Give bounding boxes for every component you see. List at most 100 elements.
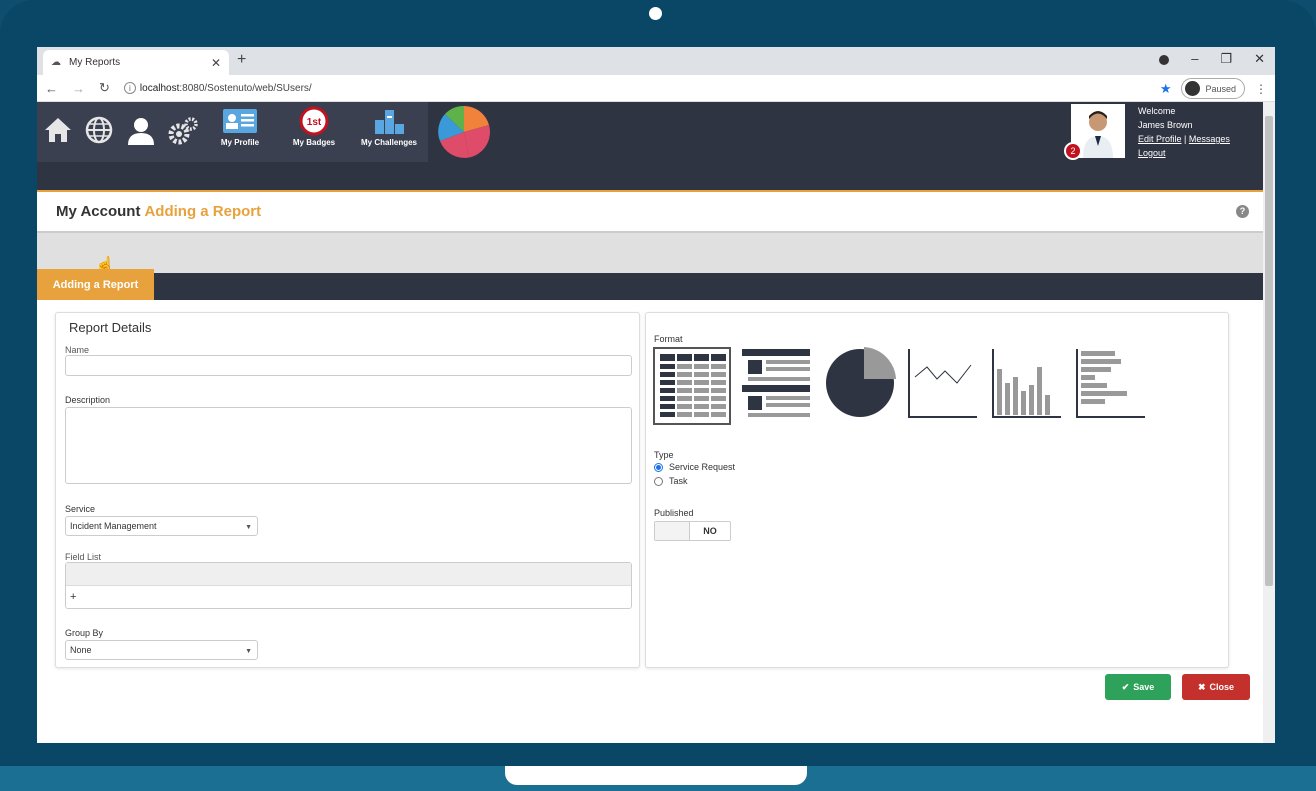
user-name: James Brown [1138,120,1193,130]
record-icon[interactable] [1159,55,1170,65]
globe-icon[interactable] [85,116,113,151]
address-actions: ★ Paused ⋮ [1160,78,1267,99]
format-grouped-list-option[interactable] [740,347,812,419]
close-window-icon[interactable]: ✕ [1254,51,1265,67]
group-by-value: None [70,645,92,655]
close-button[interactable]: ✖ Close [1182,674,1250,700]
url-field[interactable]: localhost:8080/Sostenuto/web/SUsers/ [140,83,312,94]
nav-my-challenges[interactable]: My Challenges [354,102,424,162]
published-label: Published [654,508,694,518]
radio-selected-icon [654,462,663,472]
name-label: Name [65,345,90,355]
medal-icon: 1st [279,106,349,136]
tab-strip: ☁ My Reports ✕ + – ❐ ✕ [37,47,1275,75]
page-subtitle: Adding a Report [144,203,262,220]
group-by-select[interactable]: None ▼ [65,640,258,660]
format-pie-option[interactable] [824,347,896,419]
line-format-icon [908,349,977,418]
help-icon[interactable]: ? [1236,205,1249,218]
nav-my-badges[interactable]: 1st My Badges [279,102,349,162]
new-tab-icon[interactable]: + [237,51,246,69]
save-label: Save [1133,682,1155,692]
welcome-text: Welcome [1138,106,1176,116]
settings-gears-icon[interactable] [167,116,199,153]
section-bar: Adding a Report [37,269,1263,300]
medal-label: 1st [307,117,322,128]
nav-my-badges-label: My Badges [292,138,336,147]
messages-link[interactable]: Messages [1189,134,1230,144]
url-host: localhost [139,82,180,94]
nav-group: My Profile 1st My Badges My Challenges [37,102,500,162]
format-table-option[interactable] [653,347,731,425]
report-details-panel: Report Details Name Description Service … [55,312,640,668]
minimize-icon[interactable]: – [1191,51,1198,67]
description-textarea[interactable] [65,407,632,484]
edit-profile-link[interactable]: Edit Profile [1138,134,1182,144]
close-label: Close [1209,682,1235,692]
page-scrollbar[interactable] [1263,102,1275,743]
logout-link[interactable]: Logout [1138,146,1230,160]
tab-title: My Reports [69,57,121,68]
podium-icon [354,106,424,136]
cloud-icon: ☁ [51,57,61,68]
nav-reports[interactable] [428,102,500,162]
info-icon[interactable]: i [123,82,136,94]
service-label: Service [65,504,96,514]
radio-unselected-icon [654,476,663,486]
laptop-notch [505,766,807,785]
window-controls: – ❐ ✕ [1159,51,1265,67]
browser-window: ☁ My Reports ✕ + – ❐ ✕ ← → ↻ i localhost… [37,47,1275,743]
notification-badge[interactable]: 2 [1064,142,1082,160]
reload-icon[interactable]: ↻ [99,80,110,96]
profile-card-icon [205,106,275,136]
user-icon[interactable] [125,116,157,153]
app: My Profile 1st My Badges My Challenges 2… [37,102,1263,743]
scrollbar-thumb[interactable] [1265,116,1273,586]
profile-avatar [1185,81,1201,96]
x-icon: ✖ [1197,681,1206,692]
menu-kebab-icon[interactable]: ⋮ [1255,82,1267,96]
report-options-panel: Format Type Service Request Task Publish… [645,312,1229,668]
field-list-header [66,563,631,586]
field-list-label: Field List [65,552,102,562]
format-horizontal-bar-option[interactable] [1075,347,1147,419]
chevron-down-icon: ▼ [245,524,252,531]
nav-my-challenges-label: My Challenges [360,138,417,147]
pie-format-icon [826,347,896,417]
nav-my-profile[interactable]: My Profile [205,102,275,162]
home-icon[interactable] [43,116,73,151]
type-radio-task[interactable]: Task [654,476,688,486]
horizontal-bar-format-icon [1076,349,1145,418]
format-bar-option[interactable] [991,347,1063,419]
webcam [649,7,662,20]
chevron-down-icon: ▼ [245,648,252,655]
restore-icon[interactable]: ❐ [1220,51,1232,67]
save-button[interactable]: ✔ Save [1105,674,1171,700]
bookmark-star-icon[interactable]: ★ [1160,81,1172,97]
published-toggle[interactable]: NO [654,521,731,541]
url-path: :8080/Sostenuto/web/SUsers/ [179,82,312,94]
type-option-service-request: Service Request [669,462,736,472]
format-label: Format [654,334,683,344]
back-icon[interactable]: ← [45,81,58,96]
bar-format-icon [992,349,1061,418]
browser-tab[interactable]: ☁ My Reports ✕ [43,50,229,75]
check-icon: ✔ [1121,681,1130,692]
profile-button[interactable]: Paused [1181,78,1245,99]
type-radio-service-request[interactable]: Service Request [654,462,735,472]
published-state: NO [703,526,717,536]
type-label: Type [654,450,674,460]
service-select[interactable]: Incident Management ▼ [65,516,258,536]
section-tab[interactable]: Adding a Report [37,269,154,300]
close-tab-icon[interactable]: ✕ [211,56,221,70]
pie-chart-icon [438,105,490,158]
format-line-option[interactable] [907,347,979,419]
toolbar-strip: ☝ [37,233,1263,274]
add-field-button[interactable]: + [70,591,76,603]
type-option-task: Task [669,476,688,486]
top-navbar: My Profile 1st My Badges My Challenges 2… [37,102,1263,192]
field-list: + [65,562,632,609]
profile-status: Paused [1205,83,1236,94]
name-input[interactable] [65,355,632,376]
forward-icon[interactable]: → [72,81,85,96]
